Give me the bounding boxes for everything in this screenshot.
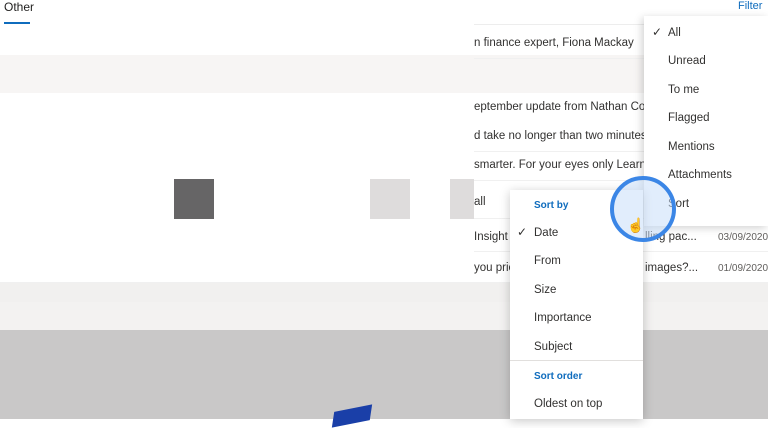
message-date: 03/09/2020 — [718, 232, 768, 243]
tab-other[interactable]: Other — [4, 0, 34, 20]
sort-item-oldest-on-top[interactable]: Oldest on top — [534, 398, 602, 410]
sort-item-from[interactable]: From — [534, 255, 561, 267]
filter-item-attachments[interactable]: Attachments — [668, 169, 732, 181]
message-preview: Insight — [474, 231, 508, 243]
filter-item-mentions[interactable]: Mentions — [668, 141, 715, 153]
sort-order-heading: Sort order — [534, 371, 583, 382]
message-preview: smarter. For your eyes only Learn m — [474, 159, 659, 171]
check-icon: ✓ — [517, 225, 528, 239]
message-date: 01/09/2020 — [718, 263, 768, 274]
message-preview: eptember update from Nathan Coe, A — [474, 101, 666, 113]
hand-pointer-icon: ☝ — [627, 217, 645, 233]
check-icon: ✓ — [652, 25, 663, 39]
message-row-band — [0, 55, 474, 93]
sort-item-subject[interactable]: Subject — [534, 341, 572, 353]
sort-item-date[interactable]: Date — [534, 227, 558, 239]
message-preview: n finance expert, Fiona Mackay — [474, 37, 634, 49]
sort-by-heading: Sort by — [534, 200, 569, 211]
sort-item-size[interactable]: Size — [534, 284, 556, 296]
filter-item-to-me[interactable]: To me — [668, 84, 699, 96]
filter-item-unread[interactable]: Unread — [668, 55, 706, 67]
placeholder-square — [370, 179, 410, 219]
message-preview: you pric — [474, 262, 515, 274]
message-preview: all — [474, 196, 486, 208]
sort-item-importance[interactable]: Importance — [534, 312, 592, 324]
menu-divider — [510, 360, 643, 361]
message-preview: d take no longer than two minutes to — [474, 130, 660, 142]
placeholder-square — [450, 179, 474, 219]
message-row-band — [0, 302, 768, 330]
filter-item-all[interactable]: All — [668, 27, 681, 39]
bottom-area — [0, 330, 768, 419]
message-preview: images?... — [645, 262, 699, 274]
filter-item-flagged[interactable]: Flagged — [668, 112, 710, 124]
placeholder-square — [174, 179, 214, 219]
filter-button[interactable]: Filter — [738, 0, 762, 14]
